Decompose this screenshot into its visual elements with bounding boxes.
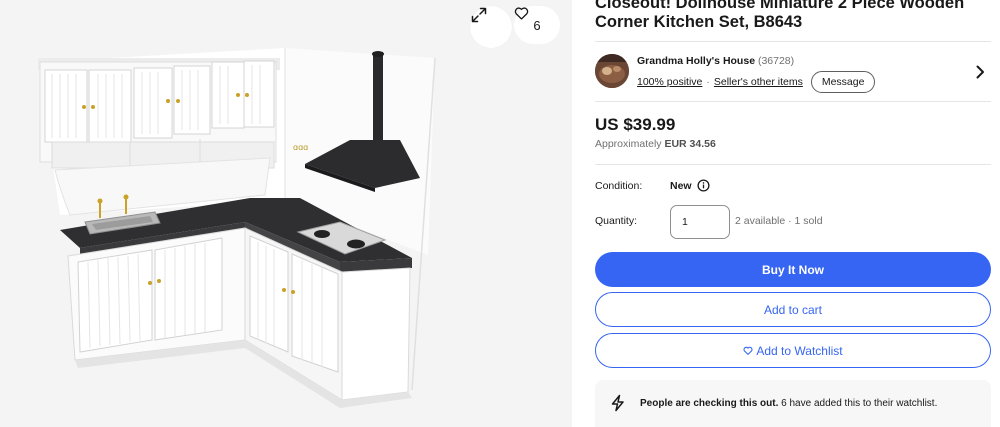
chevron-right-icon[interactable] (975, 65, 985, 79)
listing-details: Closeout! Dollhouse Miniature 2 Piece Wo… (595, 0, 991, 427)
expand-image-button[interactable] (470, 6, 512, 48)
heart-outline-icon (514, 7, 529, 20)
seller-positive-feedback-link[interactable]: 100% positive (637, 76, 702, 88)
lightning-bolt-icon (611, 394, 624, 412)
price: US $39.99 (595, 115, 676, 134)
watchers-notice-text: People are checking this out. 6 have add… (640, 398, 937, 409)
expand-arrows-icon (471, 7, 487, 23)
quantity-label: Quantity: (595, 215, 638, 227)
buy-it-now-button[interactable]: Buy It Now (595, 252, 991, 287)
watchers-notice-headline: People are checking this out. (640, 398, 779, 409)
watch-count-button[interactable]: 6 (514, 6, 560, 44)
product-image[interactable]: ɑɑɑ (0, 0, 572, 427)
separator-dot: · (706, 76, 710, 88)
seller-links: 100% positive · Seller's other items Mes… (637, 71, 876, 93)
seller-name-line: Grandma Holly's House (36728) (637, 55, 794, 67)
watchers-notice-detail: 6 have added this to their watchlist. (781, 398, 938, 409)
product-image-gallery[interactable]: ɑɑɑ 6 (0, 0, 572, 427)
watchers-notice: People are checking this out. 6 have add… (595, 380, 991, 427)
info-icon[interactable] (697, 179, 710, 192)
seller-avatar[interactable] (595, 54, 629, 88)
approx-value: EUR 34.56 (664, 138, 716, 150)
watch-count: 6 (533, 17, 541, 33)
seller-avatar-image (595, 54, 629, 88)
add-to-cart-button[interactable]: Add to cart (595, 292, 991, 327)
message-seller-button[interactable]: Message (810, 71, 876, 93)
quantity-availability: 2 available · 1 sold (735, 215, 823, 227)
seller-other-items-link[interactable]: Seller's other items (714, 76, 803, 88)
approx-prefix: Approximately (595, 138, 662, 150)
seller-info: Grandma Holly's House (36728) 100% posit… (595, 41, 991, 102)
svg-text:ɑɑɑ: ɑɑɑ (293, 143, 308, 152)
condition-value: New (670, 180, 692, 192)
condition-label: Condition: (595, 180, 643, 192)
seller-feedback-count: (36728) (757, 55, 795, 67)
quantity-input[interactable] (670, 205, 730, 239)
add-to-watchlist-button[interactable]: Add to Watchlist (595, 333, 991, 368)
approx-price: Approximately EUR 34.56 (595, 138, 716, 150)
seller-name[interactable]: Grandma Holly's House (637, 55, 755, 67)
divider (595, 164, 991, 165)
listing-title: Closeout! Dollhouse Miniature 2 Piece Wo… (595, 0, 965, 31)
add-to-watchlist-label: Add to Watchlist (756, 343, 843, 358)
heart-outline-icon (743, 346, 753, 355)
